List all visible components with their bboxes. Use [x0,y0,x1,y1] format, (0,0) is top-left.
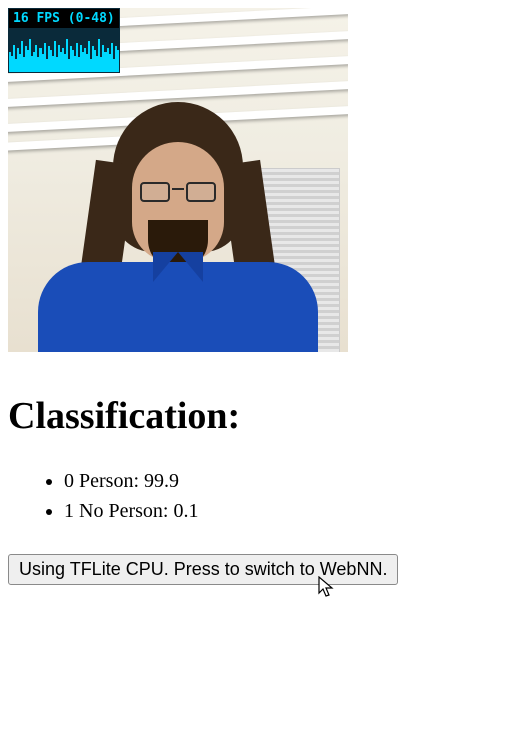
result-score: 99.9 [144,470,179,492]
classification-heading: Classification: [8,394,498,438]
results-list: 0 Person: 99.91 No Person: 0.1 [64,466,498,526]
fps-chart [9,28,119,72]
fps-label: 16 FPS (0-48) [9,9,119,28]
fps-overlay: 16 FPS (0-48) [8,8,120,73]
result-index: 1 [64,500,74,522]
video-feed: 16 FPS (0-48) [8,8,348,352]
result-label: Person [79,470,133,492]
result-item: 1 No Person: 0.1 [64,496,498,526]
result-item: 0 Person: 99.9 [64,466,498,496]
switch-backend-button[interactable]: Using TFLite CPU. Press to switch to Web… [8,554,398,585]
result-label: No Person [79,500,163,522]
person-icon [48,92,308,352]
result-index: 0 [64,470,74,492]
result-score: 0.1 [173,500,198,522]
